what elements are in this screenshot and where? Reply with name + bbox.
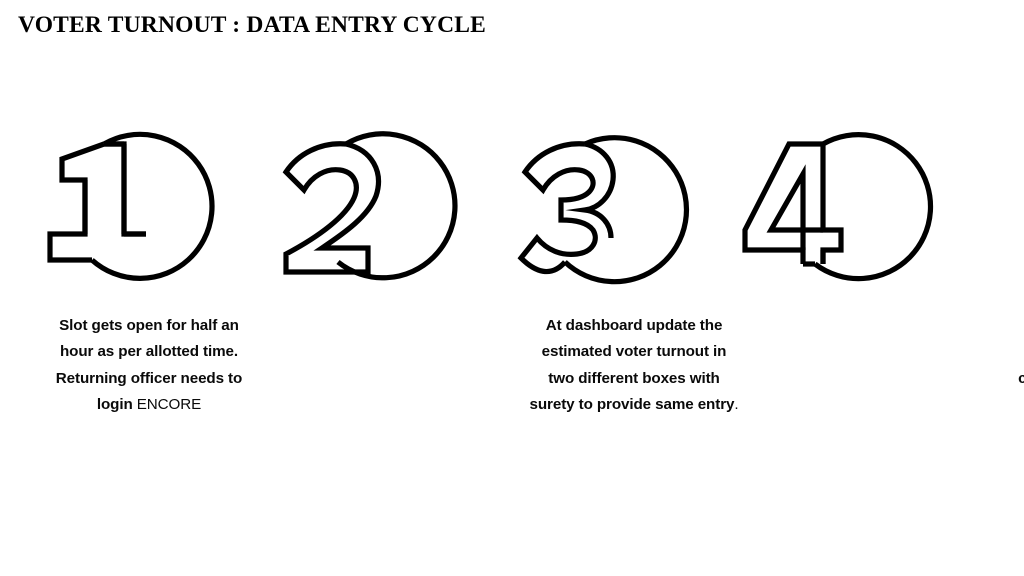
process-step-3: Update the same turnout percentage as fi… (481, 0, 1024, 576)
numeral-four-outline-icon (742, 132, 934, 282)
step-3-badge (481, 112, 737, 290)
step-3-caption-text: Update the same turnout percentage as fi… (1018, 369, 1024, 387)
process-step-4: Slots get close as per the allotted time… (719, 0, 975, 576)
step-4-badge (719, 112, 975, 290)
process-cycle-steps: Slot gets open for half an hour as per a… (0, 0, 1024, 576)
step-1-caption-tail: ENCORE (132, 395, 202, 413)
step-1-caption: Slot gets open for half an hour as per a… (48, 313, 250, 418)
numeral-one-outline-icon (47, 131, 215, 281)
step-2-badge (242, 112, 498, 290)
process-step-2: At dashboard update the estimated voter … (242, 0, 739, 576)
numeral-three-outline-icon (517, 135, 690, 285)
numeral-two-outline-icon (282, 131, 458, 281)
step-3-caption: Update the same turnout percentage as fi… (1009, 313, 1024, 418)
process-step-1: Slot gets open for half an hour as per a… (0, 0, 256, 576)
step-1-badge (0, 112, 256, 290)
slide-canvas: VOTER TURNOUT : DATA ENTRY CYCLE Slot ge… (0, 0, 1024, 576)
